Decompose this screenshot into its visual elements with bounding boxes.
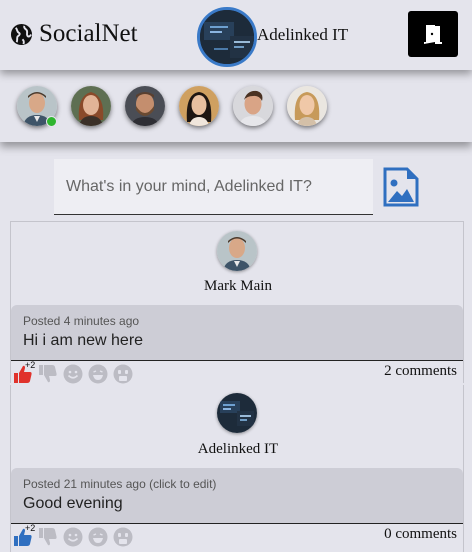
reaction-bar: +2 xyxy=(13,360,138,387)
post-input[interactable] xyxy=(54,159,373,214)
post-card: Adelinked IT Posted 21 minutes ago (clic… xyxy=(10,385,464,552)
current-user-avatar[interactable] xyxy=(197,7,257,67)
thumbs-up-icon[interactable]: +2 xyxy=(13,360,35,384)
friend-avatar[interactable] xyxy=(179,86,219,126)
thumbs-down-icon[interactable] xyxy=(38,527,58,547)
author-name[interactable]: Adelinked IT xyxy=(11,441,465,458)
surprised-icon[interactable] xyxy=(113,364,133,384)
friend-avatar[interactable] xyxy=(71,86,111,126)
comments-link[interactable]: 2 comments xyxy=(384,363,457,380)
door-exit-icon xyxy=(424,25,442,44)
comments-link[interactable]: 0 comments xyxy=(384,526,457,543)
brand-name: SocialNet xyxy=(39,20,138,47)
globe-icon xyxy=(10,23,33,45)
author-name[interactable]: Mark Main xyxy=(11,278,465,295)
laugh-icon[interactable] xyxy=(88,364,108,384)
post-card: Mark Main Posted 4 minutes ago Hi i am n… xyxy=(10,221,465,384)
post-body[interactable]: Posted 21 minutes ago (click to edit) Go… xyxy=(11,468,463,524)
top-header: SocialNet Adelinked IT xyxy=(0,0,472,70)
logout-button[interactable] xyxy=(408,11,458,57)
online-status-dot xyxy=(46,116,57,127)
like-count: +2 xyxy=(25,360,36,370)
thumbs-down-icon[interactable] xyxy=(38,364,58,384)
image-upload-icon[interactable] xyxy=(383,167,419,207)
reaction-bar: +2 xyxy=(13,523,138,550)
user-photo xyxy=(200,10,254,64)
post-body: Posted 4 minutes ago Hi i am new here xyxy=(11,305,463,361)
friend-avatar[interactable] xyxy=(125,86,165,126)
post-text: Hi i am new here xyxy=(23,332,144,349)
post-text: Good evening xyxy=(23,495,123,512)
friend-avatar[interactable] xyxy=(287,86,327,126)
laugh-icon[interactable] xyxy=(88,527,108,547)
friend-avatar[interactable] xyxy=(233,86,273,126)
like-count: +2 xyxy=(25,523,36,533)
post-timestamp: Posted 4 minutes ago xyxy=(23,314,140,328)
smile-icon[interactable] xyxy=(63,527,83,547)
author-avatar[interactable] xyxy=(217,393,257,433)
smile-icon[interactable] xyxy=(63,364,83,384)
author-avatar[interactable] xyxy=(217,231,257,271)
friends-bar xyxy=(0,70,472,142)
current-user-name: Adelinked IT xyxy=(257,25,349,44)
surprised-icon[interactable] xyxy=(113,527,133,547)
thumbs-up-icon[interactable]: +2 xyxy=(13,523,35,547)
brand[interactable]: SocialNet xyxy=(10,20,138,48)
post-composer xyxy=(54,159,373,215)
post-timestamp: Posted 21 minutes ago (click to edit) xyxy=(23,477,217,491)
